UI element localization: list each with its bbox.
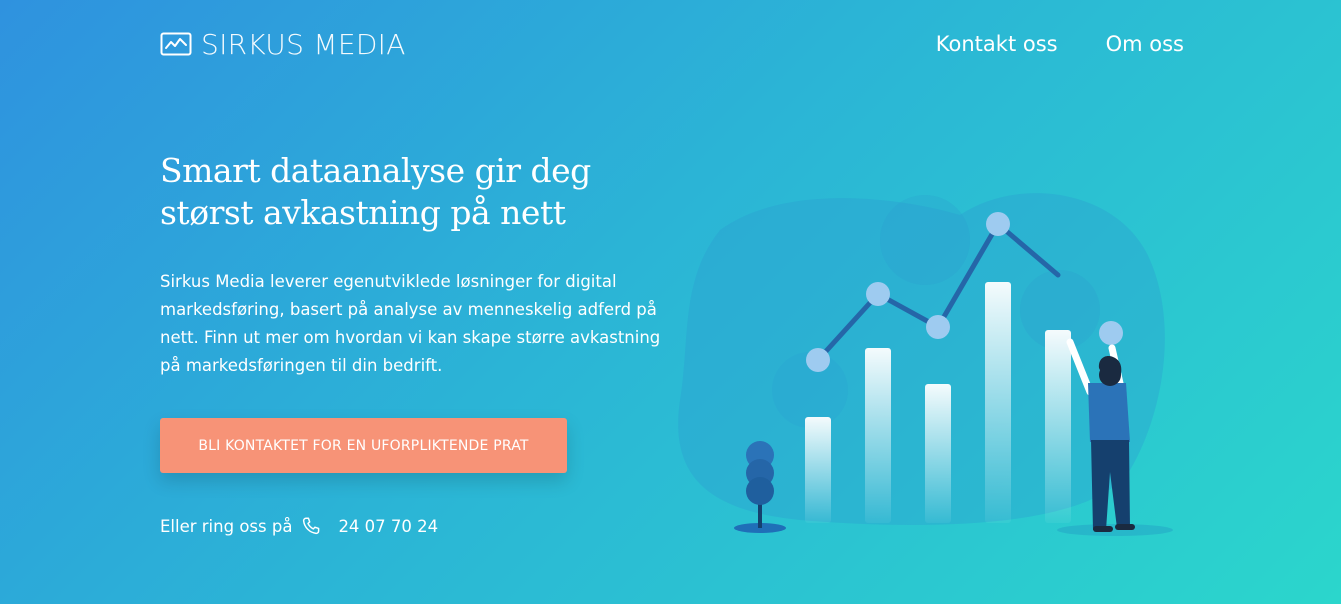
trend-point xyxy=(806,348,830,372)
phone-number-link[interactable]: 24 07 70 24 xyxy=(338,517,438,536)
line-chart-icon xyxy=(160,32,192,56)
phone-icon xyxy=(303,517,320,535)
logo-text: SIRKUS MEDIA xyxy=(201,27,406,61)
call-text: Eller ring oss på xyxy=(160,516,293,536)
call-row: Eller ring oss på 24 07 70 24 xyxy=(160,513,438,539)
nav-link-om-oss[interactable]: Om oss xyxy=(1106,32,1184,56)
background-blob-circle xyxy=(880,195,970,285)
person-shoe xyxy=(1115,524,1135,530)
chart-bar xyxy=(985,282,1011,523)
person-shoe xyxy=(1093,526,1113,532)
trend-point xyxy=(1099,321,1123,345)
person-head xyxy=(1099,364,1121,386)
chart-bar xyxy=(1045,330,1071,523)
person-shadow xyxy=(1057,524,1173,536)
chart-bar xyxy=(925,384,951,523)
tree-leaf xyxy=(746,477,774,505)
chart-bar xyxy=(805,417,831,523)
person-shirt xyxy=(1088,383,1130,442)
nav-link-kontakt-oss[interactable]: Kontakt oss xyxy=(936,32,1058,56)
logo[interactable]: SIRKUS MEDIA xyxy=(160,26,406,62)
site-header: SIRKUS MEDIA Kontakt oss Om oss xyxy=(160,26,1184,66)
hero-title: Smart dataanalyse gir deg størst avkastn… xyxy=(160,151,591,232)
contact-cta-button[interactable]: BLI KONTAKTET FOR EN UFORPLIKTENDE PRAT xyxy=(160,418,567,473)
chart-bar xyxy=(865,348,891,523)
analytics-illustration xyxy=(678,193,1173,536)
main-nav: Kontakt oss Om oss xyxy=(888,26,1184,62)
trend-point xyxy=(926,315,950,339)
trend-point xyxy=(866,282,890,306)
hero-description: Sirkus Media leverer egenutviklede løsni… xyxy=(160,272,661,375)
trend-point xyxy=(986,212,1010,236)
